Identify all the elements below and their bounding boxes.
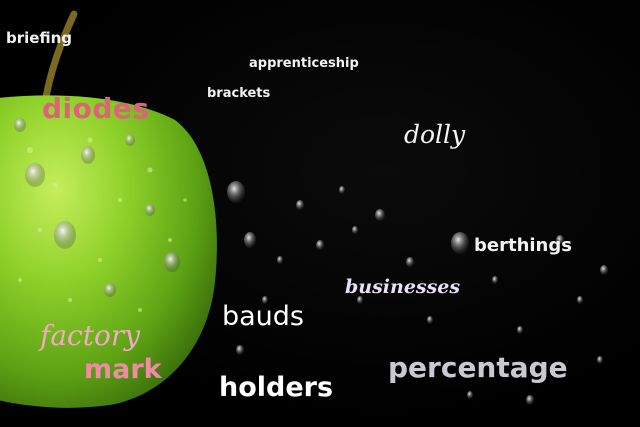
word-bauds: bauds bbox=[222, 301, 305, 332]
word-factory: factory bbox=[40, 319, 141, 352]
word-briefing: briefing bbox=[6, 29, 72, 47]
word-holders: holders bbox=[219, 372, 334, 403]
word-mark: mark bbox=[84, 354, 162, 385]
word-brackets: brackets bbox=[207, 86, 271, 101]
word-percentage: percentage bbox=[388, 351, 568, 384]
word-diodes: diodes bbox=[42, 92, 150, 125]
photo-scene: briefing apprenticeship brackets diodes … bbox=[0, 0, 640, 427]
word-dolly: dolly bbox=[404, 120, 466, 149]
word-businesses: businesses bbox=[345, 276, 461, 298]
word-berthings: berthings bbox=[474, 235, 572, 256]
word-apprenticeship: apprenticeship bbox=[249, 56, 359, 71]
